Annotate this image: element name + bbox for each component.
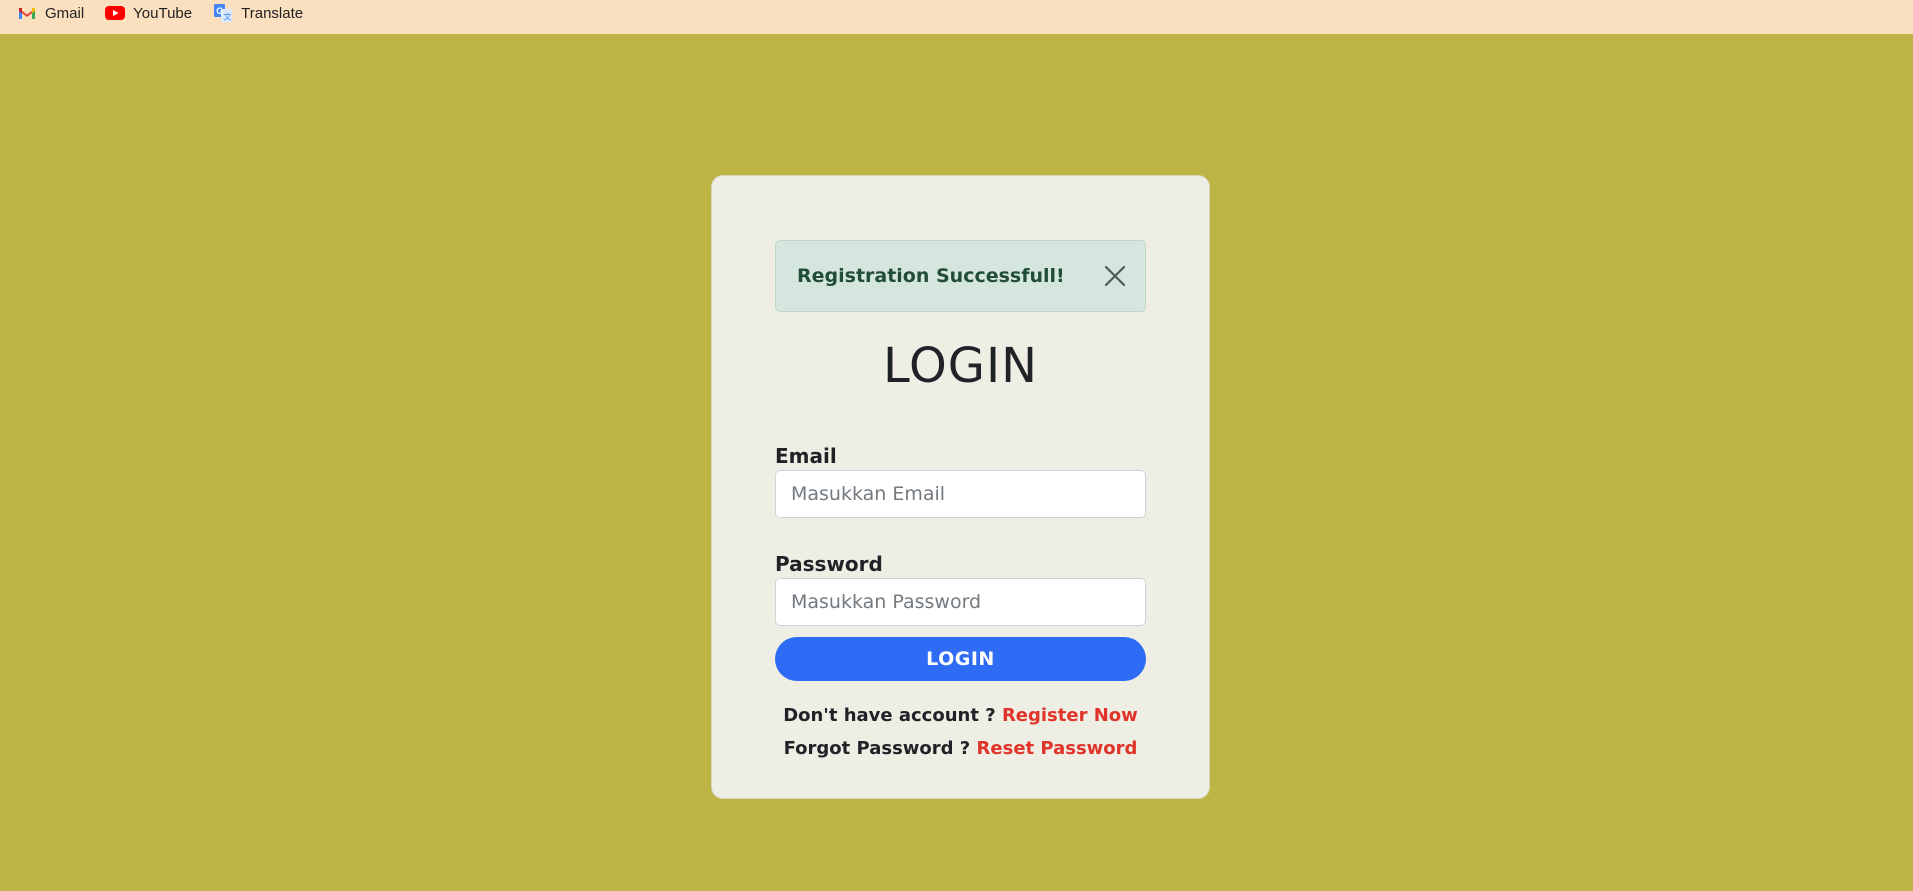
login-button[interactable]: LOGIN (775, 637, 1146, 681)
svg-text:文: 文 (224, 12, 232, 22)
bookmark-translate[interactable]: G 文 Translate (213, 3, 303, 23)
password-label: Password (775, 552, 883, 576)
login-card: Registration Successfull! LOGIN Email Pa… (711, 175, 1210, 799)
password-field[interactable] (775, 578, 1146, 626)
bookmark-label: Translate (241, 4, 304, 22)
register-prompt: Don't have account ? (783, 705, 996, 726)
youtube-icon (105, 3, 126, 23)
forgot-password-line: Forgot Password ? Reset Password (712, 738, 1209, 759)
close-icon[interactable] (1101, 262, 1129, 290)
bookmark-gmail[interactable]: Gmail (17, 3, 84, 23)
register-link[interactable]: Register Now (1002, 705, 1138, 726)
forgot-prompt: Forgot Password ? (783, 738, 971, 759)
svg-text:G: G (216, 6, 223, 16)
email-label: Email (775, 444, 837, 468)
bookmarks-bar: Gmail YouTube G 文 Translate (0, 0, 1913, 34)
bookmark-youtube[interactable]: YouTube (105, 3, 192, 23)
translate-icon: G 文 (213, 3, 233, 23)
bookmark-label: YouTube (133, 4, 193, 22)
gmail-icon (17, 3, 37, 23)
email-field[interactable] (775, 470, 1146, 518)
page-title: LOGIN (882, 338, 1039, 394)
page-background: Registration Successfull! LOGIN Email Pa… (0, 34, 1913, 891)
bookmark-label: Gmail (45, 4, 85, 22)
reset-password-link[interactable]: Reset Password (977, 738, 1138, 759)
alert-message: Registration Successfull! (797, 265, 1065, 287)
success-alert: Registration Successfull! (775, 240, 1146, 312)
register-line: Don't have account ? Register Now (712, 705, 1209, 726)
